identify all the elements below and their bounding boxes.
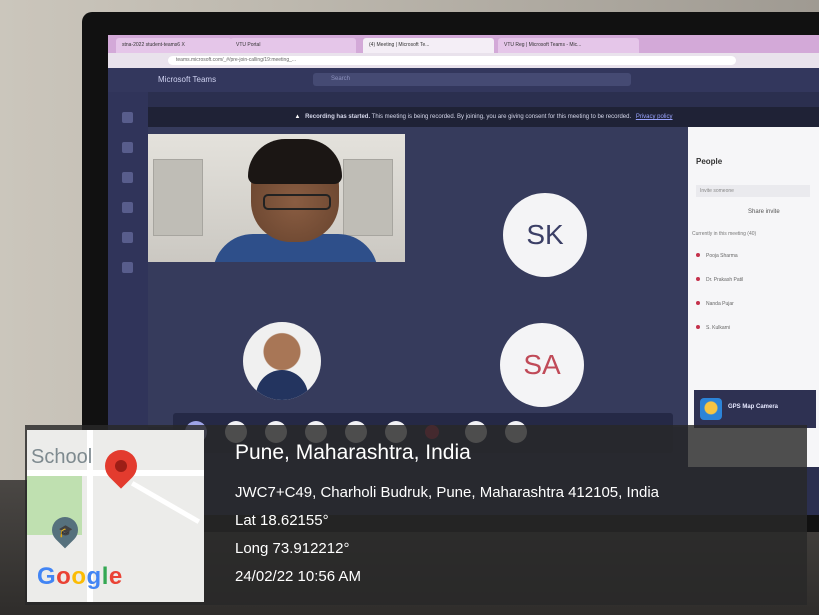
recording-banner: ▲ Recording has started. This meeting is… — [148, 107, 819, 127]
status-dot-icon — [696, 253, 700, 257]
background-cabinet — [343, 159, 393, 236]
browser-tab-bar: stna-2022 student-teams6 X VTU Portal (4… — [108, 35, 819, 53]
avatar-sk[interactable]: SK — [503, 193, 587, 277]
gps-map-camera-badge: GPS Map Camera — [694, 390, 816, 428]
calls-icon[interactable] — [122, 232, 133, 243]
chat-icon[interactable] — [122, 142, 133, 153]
recording-started-text: Recording has started. — [305, 114, 371, 120]
share-invite-button[interactable]: Share invite — [748, 209, 780, 215]
people-title: People — [696, 157, 723, 166]
calendar-icon[interactable] — [122, 202, 133, 213]
url-field[interactable]: teams.microsoft.com/_#/pre-join-calling/… — [168, 56, 736, 65]
meeting-stage: SK SA — [148, 127, 696, 427]
google-logo: Google — [37, 563, 123, 590]
member-name: Nanda Pujar — [706, 301, 734, 307]
search-input[interactable]: Search — [313, 73, 631, 86]
member-name: S. Kulkarni — [706, 325, 731, 331]
people-section-header: Currently in this meeting (40) — [692, 231, 757, 237]
location-latitude: Lat 18.62155° — [235, 512, 329, 529]
activity-icon[interactable] — [122, 112, 133, 123]
member-item[interactable]: Nanda Pujar — [696, 301, 734, 307]
location-datetime: 24/02/22 10:56 AM — [235, 568, 361, 585]
member-name: Dr. Prakash Patil — [706, 277, 744, 283]
files-icon[interactable] — [122, 262, 133, 273]
location-address: JWC7+C49, Charholi Budruk, Pune, Maharas… — [235, 484, 659, 501]
browser-tab-3[interactable]: (4) Meeting | Microsoft Te... — [363, 38, 494, 53]
member-item[interactable]: S. Kulkarni — [696, 325, 730, 331]
status-dot-icon — [696, 325, 700, 329]
app-title: Microsoft Teams — [158, 75, 217, 84]
member-item[interactable]: Pooja Sharma — [696, 253, 738, 259]
teams-icon[interactable] — [122, 172, 133, 183]
status-dot-icon — [696, 277, 700, 281]
gps-camera-icon — [700, 398, 722, 420]
participant-glasses — [263, 194, 331, 210]
avatar-photo[interactable] — [243, 322, 321, 400]
recording-notice-text: This meeting is being recorded. By joini… — [371, 114, 632, 120]
map-road — [130, 481, 201, 524]
privacy-policy-link[interactable]: Privacy policy — [636, 114, 673, 120]
teams-header: Microsoft Teams Search — [108, 68, 819, 92]
avatar-sa[interactable]: SA — [500, 323, 584, 407]
browser-tab-4[interactable]: VTU Reg | Microsoft Teams - Mic... — [498, 38, 639, 53]
graduation-cap-icon: 🎓 — [58, 524, 73, 538]
avatar-photo-suit — [256, 370, 308, 400]
location-pin-dot — [115, 460, 127, 472]
member-name: Pooja Sharma — [706, 253, 738, 259]
warning-icon: ▲ — [294, 114, 301, 120]
location-map: School 🎓 Google — [27, 430, 204, 602]
member-item[interactable]: Dr. Prakash Patil — [696, 277, 743, 283]
status-dot-icon — [696, 301, 700, 305]
participant-hair — [248, 139, 342, 184]
map-school-label: School — [31, 446, 93, 468]
location-title: Pune, Maharashtra, India — [235, 441, 471, 464]
browser-tab-1[interactable]: stna-2022 student-teams6 X — [116, 38, 232, 53]
invite-input[interactable]: Invite someone — [696, 185, 810, 197]
address-bar: teams.microsoft.com/_#/pre-join-calling/… — [108, 53, 819, 68]
background-cabinet — [153, 159, 203, 236]
location-longitude: Long 73.912212° — [235, 540, 350, 557]
browser-tab-2[interactable]: VTU Portal — [230, 38, 356, 53]
participant-video — [148, 134, 405, 262]
gps-camera-label: GPS Map Camera — [728, 404, 779, 410]
